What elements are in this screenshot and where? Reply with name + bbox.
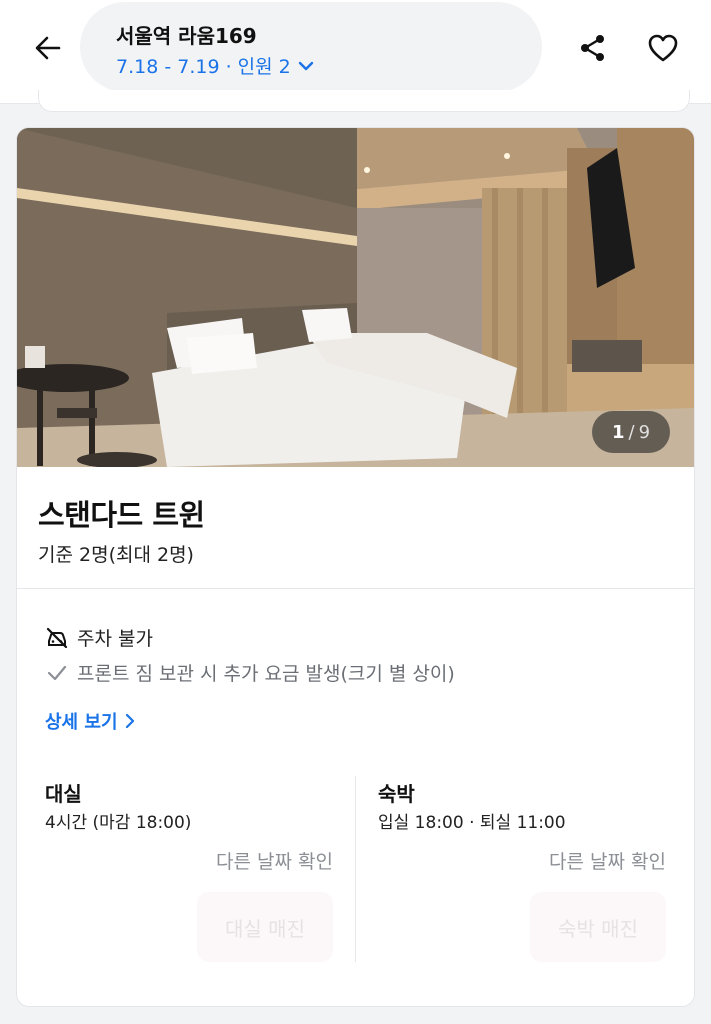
stay-summary[interactable]: 7.18 - 7.19 · 인원 2 [116,52,315,79]
amenity-text: 주차 불가 [77,628,153,650]
rental-other-date-link[interactable]: 다른 날짜 확인 [133,847,333,874]
amenity-item: 프론트 짐 보관 시 추가 요금 발생(크기 별 상이) [45,659,455,686]
share-icon [581,35,604,61]
detail-link-label: 상세 보기 [45,712,118,733]
arrow-left-icon [35,36,61,60]
photo-index: 1 [611,421,625,443]
option-divider [355,776,356,962]
room-photo[interactable]: 1 / 9 [17,128,694,467]
back-button[interactable] [28,28,68,68]
photo-counter: 1 / 9 [592,411,670,453]
top-bar: 서울역 라움169 7.18 - 7.19 · 인원 2 [0,0,711,104]
detail-link[interactable]: 상세 보기 [45,708,136,734]
no-parking-icon [46,627,68,648]
amenity-item: 주차 불가 [45,624,153,651]
share-button[interactable] [572,28,614,68]
photo-separator: / [628,421,635,443]
previous-card-edge [38,90,690,112]
chevron-right-icon [125,713,134,729]
chevron-down-icon [298,61,313,70]
section-divider [17,588,694,589]
stay-summary-text: 7.18 - 7.19 · 인원 2 [116,56,291,78]
check-icon [47,665,67,680]
room-capacity: 기준 2명(최대 2명) [38,544,194,566]
photo-total: 9 [638,421,651,443]
stay-search-pill[interactable]: 서울역 라움169 7.18 - 7.19 · 인원 2 [80,2,542,92]
property-name: 서울역 라움169 [116,24,257,48]
heart-icon [648,34,678,62]
stay-option-time: 입실 18:00 · 퇴실 11:00 [378,813,566,833]
room-name: 스탠다드 트윈 [38,498,205,532]
amenity-text: 프론트 짐 보관 시 추가 요금 발생(크기 별 상이) [77,663,455,685]
rental-option-time: 4시간 (마감 18:00) [45,813,192,833]
stay-soldout-button[interactable]: 숙박 매진 [530,892,666,962]
stay-option-title: 숙박 [378,782,415,806]
room-card: 1 / 9 스탠다드 트윈 기준 2명(최대 2명) 주차 불가 프론트 짐 보… [17,128,694,1006]
rental-option-title: 대실 [45,782,82,806]
room-photo-image [17,128,694,467]
wishlist-button[interactable] [642,28,684,68]
rental-soldout-button[interactable]: 대실 매진 [197,892,333,962]
stay-other-date-link[interactable]: 다른 날짜 확인 [466,847,666,874]
